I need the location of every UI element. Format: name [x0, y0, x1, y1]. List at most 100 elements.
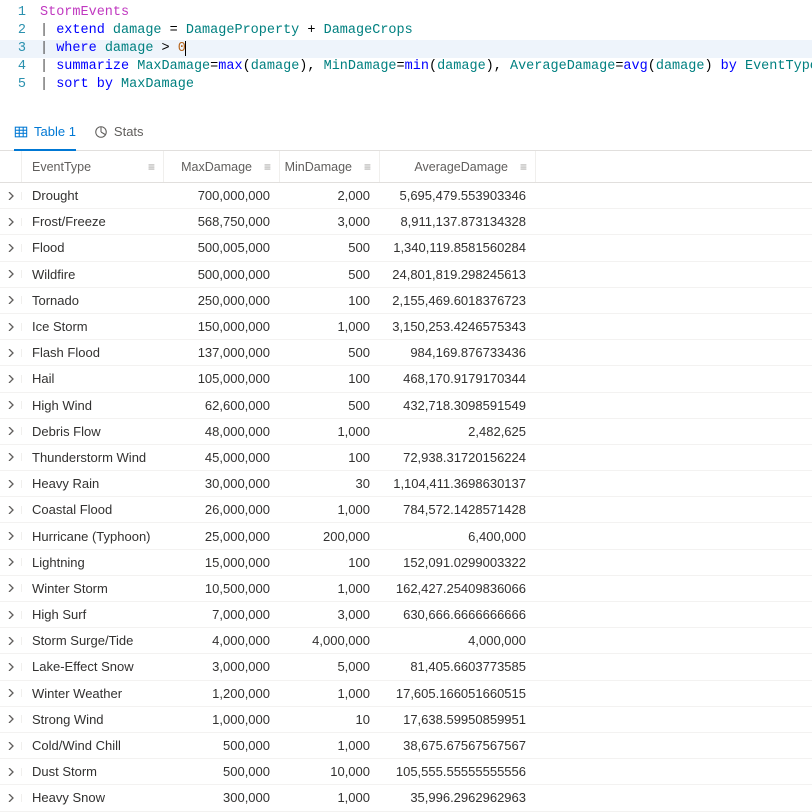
- expand-row-icon[interactable]: [0, 270, 22, 278]
- code-line[interactable]: 1StormEvents: [0, 4, 812, 22]
- table-row[interactable]: Heavy Rain30,000,000301,104,411.36986301…: [0, 471, 812, 497]
- expand-row-icon[interactable]: [0, 715, 22, 723]
- table-row[interactable]: High Surf7,000,0003,000630,666.666666666…: [0, 602, 812, 628]
- cell-averagedamage: 152,091.0299003322: [380, 555, 536, 570]
- table-row[interactable]: High Wind62,600,000500432,718.3098591549: [0, 393, 812, 419]
- column-menu-icon[interactable]: ≡: [264, 161, 271, 173]
- column-header-eventtype[interactable]: EventType ≡: [22, 151, 164, 182]
- cell-maxdamage: 568,750,000: [164, 214, 280, 229]
- expand-row-icon[interactable]: [0, 192, 22, 200]
- table-row[interactable]: Dust Storm500,00010,000105,555.555555555…: [0, 759, 812, 785]
- cell-mindamage: 5,000: [280, 659, 380, 674]
- column-label: MaxDamage: [181, 160, 258, 174]
- table-row[interactable]: Heavy Snow300,0001,00035,996.2962962963: [0, 785, 812, 811]
- expand-row-icon[interactable]: [0, 689, 22, 697]
- cell-mindamage: 500: [280, 267, 380, 282]
- cell-mindamage: 10,000: [280, 764, 380, 779]
- column-label: AverageDamage: [414, 160, 514, 174]
- table-row[interactable]: Lake-Effect Snow3,000,0005,00081,405.660…: [0, 654, 812, 680]
- expand-row-icon[interactable]: [0, 584, 22, 592]
- table-row[interactable]: Coastal Flood26,000,0001,000784,572.1428…: [0, 497, 812, 523]
- table-row[interactable]: Tornado250,000,0001002,155,469.601837672…: [0, 288, 812, 314]
- cell-mindamage: 1,000: [280, 581, 380, 596]
- table-icon: [14, 125, 28, 139]
- cell-maxdamage: 62,600,000: [164, 398, 280, 413]
- table-row[interactable]: Winter Weather1,200,0001,00017,605.16605…: [0, 681, 812, 707]
- expand-row-icon[interactable]: [0, 349, 22, 357]
- cell-maxdamage: 1,000,000: [164, 712, 280, 727]
- table-row[interactable]: Hail105,000,000100468,170.9179170344: [0, 366, 812, 392]
- column-menu-icon[interactable]: ≡: [520, 161, 527, 173]
- expand-row-icon[interactable]: [0, 794, 22, 802]
- table-row[interactable]: Drought700,000,0002,0005,695,479.5539033…: [0, 183, 812, 209]
- table-row[interactable]: Frost/Freeze568,750,0003,0008,911,137.87…: [0, 209, 812, 235]
- expand-row-icon[interactable]: [0, 375, 22, 383]
- table-row[interactable]: Hurricane (Typhoon)25,000,000200,0006,40…: [0, 523, 812, 549]
- code-content[interactable]: | summarize MaxDamage=max(damage), MinDa…: [40, 58, 812, 76]
- expand-row-icon[interactable]: [0, 637, 22, 645]
- code-line[interactable]: 2| extend damage = DamageProperty + Dama…: [0, 22, 812, 40]
- cell-averagedamage: 81,405.6603773585: [380, 659, 536, 674]
- query-editor[interactable]: 1StormEvents2| extend damage = DamagePro…: [0, 0, 812, 102]
- expand-row-icon[interactable]: [0, 663, 22, 671]
- cell-maxdamage: 7,000,000: [164, 607, 280, 622]
- table-row[interactable]: Flood500,005,0005001,340,119.8581560284: [0, 235, 812, 261]
- expand-row-icon[interactable]: [0, 532, 22, 540]
- expand-row-icon[interactable]: [0, 558, 22, 566]
- tab-table[interactable]: Table 1: [14, 118, 76, 151]
- table-row[interactable]: Debris Flow48,000,0001,0002,482,625: [0, 419, 812, 445]
- column-header-averagedamage[interactable]: AverageDamage ≡: [380, 151, 536, 182]
- cell-mindamage: 100: [280, 371, 380, 386]
- cell-maxdamage: 45,000,000: [164, 450, 280, 465]
- column-header-maxdamage[interactable]: MaxDamage ≡: [164, 151, 280, 182]
- table-row[interactable]: Flash Flood137,000,000500984,169.8767334…: [0, 340, 812, 366]
- expand-row-icon[interactable]: [0, 611, 22, 619]
- cell-eventtype: Dust Storm: [22, 764, 164, 779]
- column-menu-icon[interactable]: ≡: [364, 161, 371, 173]
- expand-row-icon[interactable]: [0, 742, 22, 750]
- expand-row-icon[interactable]: [0, 453, 22, 461]
- code-content[interactable]: StormEvents: [40, 4, 812, 22]
- expand-row-icon[interactable]: [0, 427, 22, 435]
- table-row[interactable]: Strong Wind1,000,0001017,638.59950859951: [0, 707, 812, 733]
- expand-row-icon[interactable]: [0, 244, 22, 252]
- cell-averagedamage: 630,666.6666666666: [380, 607, 536, 622]
- table-row[interactable]: Thunderstorm Wind45,000,00010072,938.317…: [0, 445, 812, 471]
- code-content[interactable]: | extend damage = DamageProperty + Damag…: [40, 22, 812, 40]
- code-line[interactable]: 4| summarize MaxDamage=max(damage), MinD…: [0, 58, 812, 76]
- table-row[interactable]: Wildfire500,000,00050024,801,819.2982456…: [0, 262, 812, 288]
- expand-row-icon[interactable]: [0, 296, 22, 304]
- cell-maxdamage: 4,000,000: [164, 633, 280, 648]
- table-row[interactable]: Lightning15,000,000100152,091.0299003322: [0, 550, 812, 576]
- cell-averagedamage: 24,801,819.298245613: [380, 267, 536, 282]
- expand-row-icon[interactable]: [0, 768, 22, 776]
- cell-eventtype: Flash Flood: [22, 345, 164, 360]
- table-row[interactable]: Cold/Wind Chill500,0001,00038,675.675675…: [0, 733, 812, 759]
- column-header-mindamage[interactable]: MinDamage ≡: [280, 151, 380, 182]
- cell-averagedamage: 17,638.59950859951: [380, 712, 536, 727]
- cell-eventtype: Strong Wind: [22, 712, 164, 727]
- tab-stats[interactable]: Stats: [94, 118, 144, 151]
- cell-mindamage: 10: [280, 712, 380, 727]
- cell-maxdamage: 137,000,000: [164, 345, 280, 360]
- cell-mindamage: 1,000: [280, 502, 380, 517]
- column-menu-icon[interactable]: ≡: [148, 161, 155, 173]
- table-row[interactable]: Ice Storm150,000,0001,0003,150,253.42465…: [0, 314, 812, 340]
- table-row[interactable]: Winter Storm10,500,0001,000162,427.25409…: [0, 576, 812, 602]
- expand-row-icon[interactable]: [0, 401, 22, 409]
- cell-maxdamage: 15,000,000: [164, 555, 280, 570]
- expand-row-icon[interactable]: [0, 506, 22, 514]
- cell-maxdamage: 10,500,000: [164, 581, 280, 596]
- expand-row-icon[interactable]: [0, 480, 22, 488]
- code-line[interactable]: 5| sort by MaxDamage: [0, 76, 812, 94]
- expand-row-icon[interactable]: [0, 218, 22, 226]
- cell-maxdamage: 26,000,000: [164, 502, 280, 517]
- code-content[interactable]: | sort by MaxDamage: [40, 76, 812, 94]
- code-content[interactable]: | where damage > 0: [40, 40, 812, 58]
- cell-mindamage: 1,000: [280, 738, 380, 753]
- cell-eventtype: High Wind: [22, 398, 164, 413]
- expand-row-icon[interactable]: [0, 323, 22, 331]
- cell-mindamage: 3,000: [280, 214, 380, 229]
- table-row[interactable]: Storm Surge/Tide4,000,0004,000,0004,000,…: [0, 628, 812, 654]
- code-line[interactable]: 3| where damage > 0: [0, 40, 812, 58]
